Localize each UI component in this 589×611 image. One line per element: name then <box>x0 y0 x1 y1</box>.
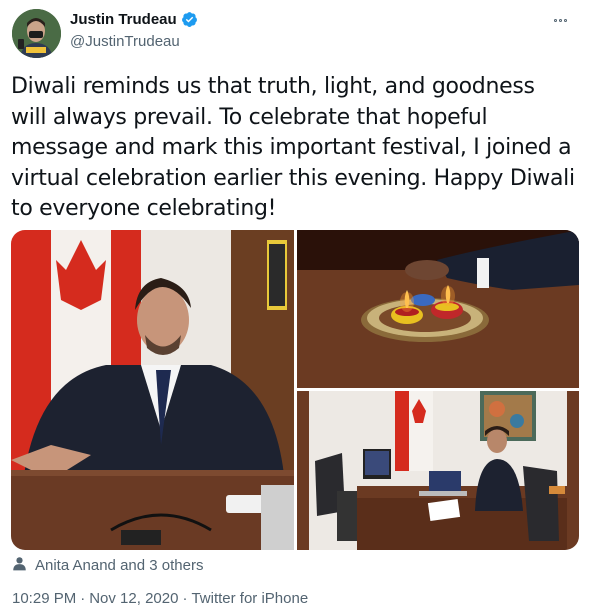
photo-trudeau-at-desk[interactable] <box>11 230 294 550</box>
tweet-text: Diwali reminds us that truth, light, and… <box>11 74 575 221</box>
person-icon <box>12 556 27 575</box>
author-handle[interactable]: @JustinTrudeau <box>70 33 180 50</box>
likes-text[interactable]: Anita Anand and 3 others <box>35 557 203 574</box>
tweet-time[interactable]: 10:29 PM <box>12 590 76 607</box>
media-grid <box>11 230 579 550</box>
tweet-meta: 10:29 PM · Nov 12, 2020 · Twitter for iP… <box>12 590 308 607</box>
likes-row[interactable]: Anita Anand and 3 others <box>12 556 203 575</box>
author-name[interactable]: Justin Trudeau <box>70 11 177 28</box>
avatar-photo <box>12 9 61 58</box>
photo-diwali-lamps[interactable] <box>297 230 579 388</box>
separator: · <box>80 590 86 607</box>
avatar[interactable] <box>12 9 61 58</box>
more-options-icon[interactable] <box>549 10 571 30</box>
separator: · <box>182 590 188 607</box>
tweet-date[interactable]: Nov 12, 2020 <box>89 590 178 607</box>
verified-badge-icon <box>181 11 198 28</box>
tweet-source[interactable]: Twitter for iPhone <box>191 590 308 607</box>
photo-video-call-office[interactable] <box>297 391 579 550</box>
